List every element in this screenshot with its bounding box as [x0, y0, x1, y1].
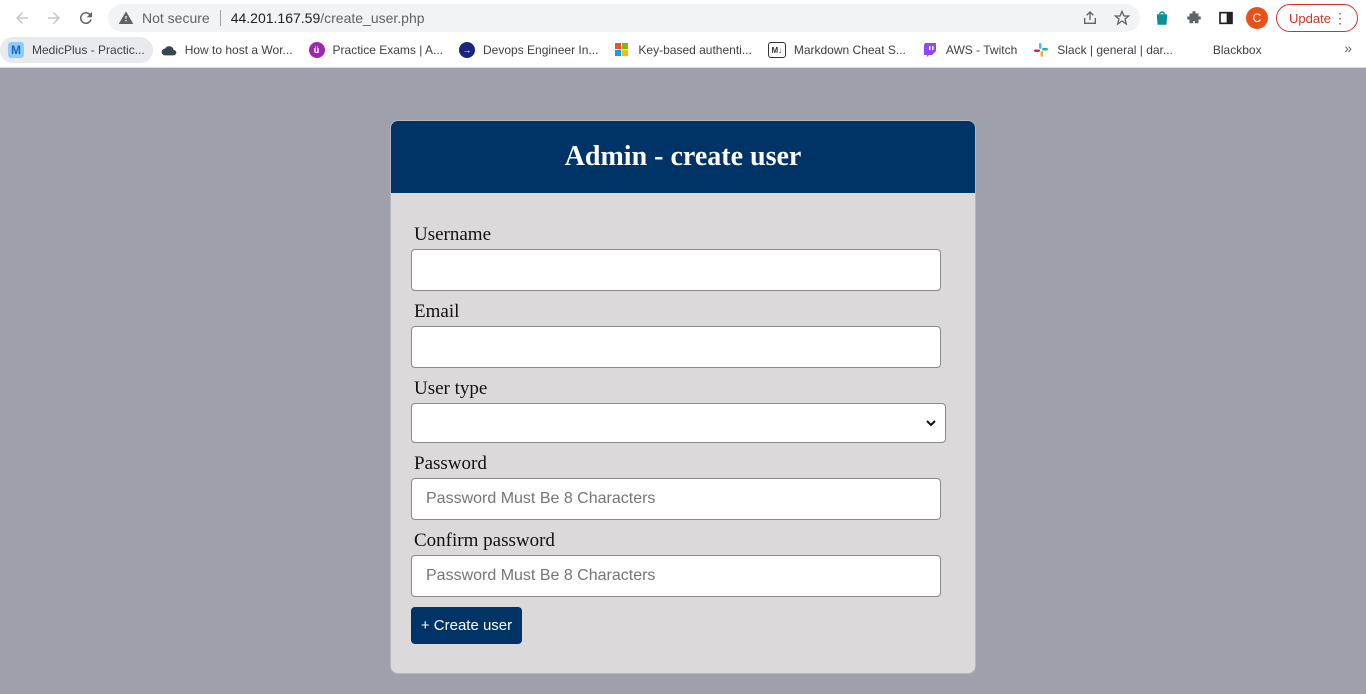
- bookmark-blackbox[interactable]: Blackbox: [1181, 37, 1270, 63]
- chevron-double-right-icon[interactable]: »: [1344, 40, 1352, 56]
- bookmark-label: Key-based authenti...: [638, 43, 752, 57]
- reload-icon[interactable]: [74, 6, 98, 30]
- bookmark-how-to-host[interactable]: How to host a Wor...: [153, 37, 301, 63]
- back-arrow-icon[interactable]: [10, 6, 34, 30]
- user-type-label: User type: [414, 378, 488, 399]
- bookmark-medicplus[interactable]: M MedicPlus - Practic...: [0, 37, 153, 63]
- update-button[interactable]: Update ⋮: [1276, 4, 1358, 32]
- card-header: Admin - create user: [391, 121, 975, 193]
- bookmark-label: Markdown Cheat S...: [793, 43, 906, 57]
- bookmark-label: AWS - Twitch: [945, 43, 1018, 57]
- username-label: Username: [414, 224, 492, 245]
- password-label: Password: [414, 453, 487, 474]
- page-title: Admin - create user: [564, 141, 802, 172]
- url-path: /create_user.php: [320, 10, 425, 26]
- forward-arrow-icon[interactable]: [42, 6, 66, 30]
- bookmark-markdown-cheat-icon: M↓: [767, 42, 786, 58]
- bookmark-label: Devops Engineer In...: [483, 43, 599, 57]
- bookmark-slack-general-icon: [1033, 42, 1049, 58]
- bookmark-blackbox-icon: [1189, 42, 1205, 58]
- bookmark-devops-engineer-icon: →: [459, 42, 476, 58]
- password-input[interactable]: [411, 478, 941, 520]
- bookmark-markdown-cheat[interactable]: M↓ Markdown Cheat S...: [760, 37, 914, 63]
- omnibox-divider: [219, 10, 221, 26]
- not-secure-label[interactable]: Not secure: [142, 10, 210, 26]
- shopping-bag-extension-icon[interactable]: [1150, 6, 1174, 30]
- bookmark-label: Practice Exams | A...: [332, 43, 444, 57]
- share-icon[interactable]: [1080, 8, 1100, 28]
- bookmark-practice-exams[interactable]: ü Practice Exams | A...: [301, 37, 451, 63]
- bookmarks-bar: M MedicPlus - Practic... How to host a Wor…: [0, 36, 1366, 64]
- browser-chrome: Not secure 44.201.167.59/create_user.php: [0, 0, 1366, 68]
- bookmark-label: MedicPlus - Practic...: [32, 43, 145, 57]
- email-input[interactable]: [411, 326, 941, 368]
- bookmark-key-based-auth-icon: [614, 42, 630, 58]
- more-vert-icon: ⋮: [1333, 10, 1347, 26]
- user-type-select[interactable]: [411, 403, 946, 443]
- bookmark-devops-engineer[interactable]: → Devops Engineer In...: [451, 37, 606, 63]
- bookmark-aws-twitch[interactable]: AWS - Twitch: [914, 37, 1025, 63]
- profile-avatar[interactable]: C: [1246, 7, 1268, 29]
- bookmark-label: Blackbox: [1212, 43, 1262, 57]
- create-user-card: Admin - create user Username Email User …: [390, 120, 976, 674]
- bookmark-star-icon[interactable]: [1112, 8, 1132, 28]
- bookmark-label: How to host a Wor...: [184, 43, 293, 57]
- confirm-password-input[interactable]: [411, 555, 941, 597]
- bookmark-key-based-auth[interactable]: Key-based authenti...: [606, 37, 759, 63]
- bookmark-medicplus-icon: M: [8, 42, 24, 58]
- bookmark-slack-general[interactable]: Slack | general | dar...: [1025, 37, 1181, 63]
- update-label: Update: [1289, 10, 1331, 26]
- puzzle-extensions-icon[interactable]: [1182, 6, 1206, 30]
- bookmark-aws-twitch-icon: [922, 42, 938, 58]
- side-panel-icon[interactable]: [1214, 6, 1238, 30]
- create-user-button[interactable]: + Create user: [411, 607, 522, 644]
- username-input[interactable]: [411, 249, 941, 291]
- email-label: Email: [414, 301, 460, 322]
- url-text[interactable]: 44.201.167.59/create_user.php: [231, 10, 425, 26]
- browser-toolbar: Not secure 44.201.167.59/create_user.php: [0, 0, 1366, 36]
- address-bar[interactable]: Not secure 44.201.167.59/create_user.php: [108, 4, 1140, 32]
- warning-triangle-icon[interactable]: [118, 10, 134, 26]
- bookmark-label: Slack | general | dar...: [1057, 43, 1173, 57]
- bookmark-practice-exams-icon: ü: [308, 42, 325, 58]
- bookmark-how-to-host-icon: [161, 42, 177, 58]
- confirm-password-label: Confirm password: [414, 530, 555, 551]
- url-host: 44.201.167.59: [230, 10, 321, 26]
- chevron-down-icon: [926, 420, 936, 427]
